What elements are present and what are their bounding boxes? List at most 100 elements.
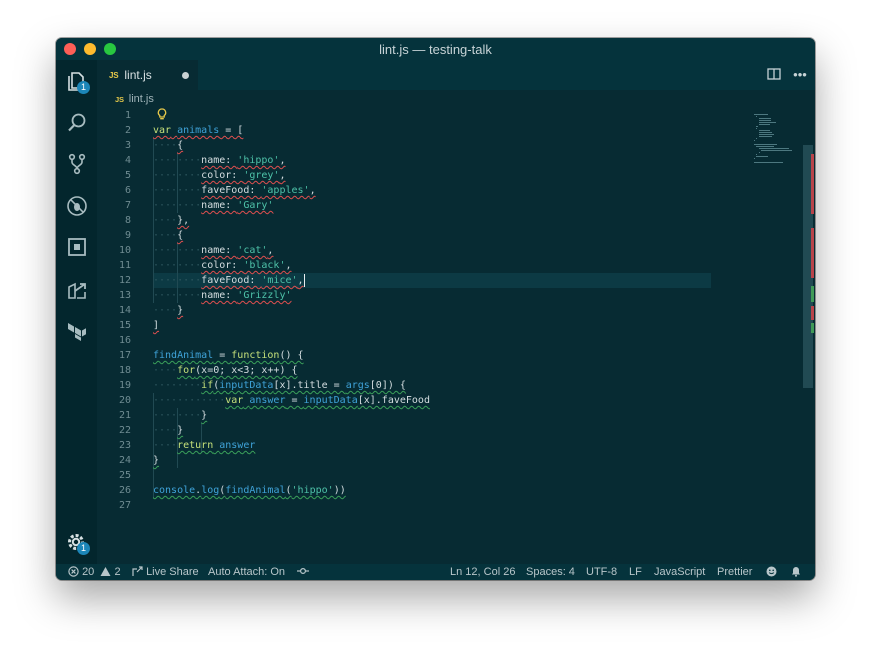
unsaved-dot-icon[interactable] [182,72,189,79]
line-number: 8 [124,215,131,226]
minimap-line [756,146,775,147]
line-number: 17 [118,350,131,361]
notifications-bell-icon[interactable] [791,564,801,580]
code-line[interactable]: ····} [153,423,183,438]
code-line[interactable]: var animals = [ [153,123,243,138]
minimap-line [756,154,758,155]
breadcrumb: JS lint.js [97,90,815,108]
live-share-status[interactable]: Live Share [132,564,199,580]
split-editor-button[interactable] [766,67,782,83]
line-number: 18 [118,365,131,376]
code-line[interactable]: ····{ [153,138,183,153]
minimap-line [758,124,770,125]
line-number: 9 [124,230,131,241]
code-line[interactable]: ····{ [153,228,183,243]
code-line[interactable]: ····}, [153,213,189,228]
extensions-icon [68,238,86,256]
problems-indicator[interactable]: 20 2 [68,564,121,580]
close-window-button[interactable] [64,43,76,55]
code-line[interactable]: } [153,453,159,468]
minimap-line [756,128,758,129]
line-number: 19 [118,380,131,391]
settings-badge: 1 [77,542,90,555]
zoom-window-button[interactable] [104,43,116,55]
minimap-line [756,138,758,139]
manage-settings-button[interactable]: 1 [66,532,90,555]
cursor-position[interactable]: Ln 12, Col 26 [450,564,515,580]
editor-window: lint.js — testing-talk 1 1 JS lint.js ••… [56,38,815,580]
warning-icon [100,567,111,576]
line-number: 3 [124,140,131,151]
minimap-line [758,118,772,119]
js-file-icon: JS [109,70,119,80]
line-number: 7 [124,200,131,211]
code-editor[interactable]: 1 2 3 4 5 6 7 8 9 10 11 12 13 14 15 16 17 18 19 20 21 22 23 24 2… [97,108,815,564]
minimap-line [754,114,768,115]
breadcrumb-file[interactable]: lint.js [129,93,154,105]
lightbulb-icon[interactable] [157,108,167,122]
line-ending-setting[interactable]: LF [629,564,642,580]
editor-tabs-bar: JS lint.js ••• [97,60,815,90]
line-number: 1 [124,110,131,121]
live-share-panel-button[interactable] [66,279,88,301]
tab-lint-js[interactable]: JS lint.js [97,60,198,90]
line-number: 26 [118,485,131,496]
code-line[interactable]: ········color: 'grey', [153,168,285,183]
line-number: 6 [124,185,131,196]
minimap-line [754,158,755,159]
code-line[interactable]: ········} [153,408,207,423]
warning-count: 2 [114,566,121,578]
language-mode[interactable]: JavaScript [654,564,705,580]
feedback-smiley-icon[interactable] [766,564,777,580]
activity-bar: 1 1 [56,60,97,564]
overview-ruler-error-marker [811,228,814,278]
source-control-button[interactable] [66,153,88,175]
code-line[interactable]: ········name: 'Gary' [153,198,273,213]
code-line[interactable]: ········faveFood: 'apples', [153,183,316,198]
code-line[interactable]: ········if(inputData[x].title = args[0])… [153,378,406,393]
minimize-window-button[interactable] [84,43,96,55]
error-icon [68,566,79,577]
git-commit-icon[interactable] [297,564,309,580]
minimap-line [754,162,783,163]
code-line[interactable]: ········color: 'black', [153,258,292,273]
code-line[interactable]: ····for(x=0; x<3; x++) { [153,363,298,378]
code-line[interactable]: findAnimal = function() { [153,348,304,363]
code-line[interactable]: console.log(findAnimal('hippo')) [153,483,346,498]
live-share-icon [132,566,143,576]
encoding-setting[interactable]: UTF-8 [586,564,617,580]
code-line[interactable]: ] [153,318,159,333]
debug-button[interactable] [66,195,88,217]
text-cursor [303,274,305,287]
minimap-line [758,120,772,121]
minimap-line [754,144,777,145]
indentation-setting[interactable]: Spaces: 4 [526,564,575,580]
line-number: 20 [118,395,131,406]
terraform-button[interactable] [66,320,88,342]
search-button[interactable] [66,112,88,134]
more-actions-button[interactable]: ••• [792,67,808,83]
code-line[interactable]: ········name: 'Grizzly' [153,288,291,303]
auto-attach-status[interactable]: Auto Attach: On [208,564,285,580]
minimap-line [756,126,759,127]
overview-ruler-warning-marker [811,286,814,302]
formatter-status[interactable]: Prettier [717,564,752,580]
live-share-icon [68,282,86,299]
code-line[interactable]: ····return answer [153,438,255,453]
code-line[interactable]: ····} [153,303,183,318]
minimap-line [756,156,769,157]
minimap[interactable] [754,112,804,202]
explorer-button[interactable]: 1 [66,70,90,94]
overview-ruler-error-marker [811,154,814,214]
code-line[interactable]: ········faveFood: 'mice', [153,273,304,288]
code-line[interactable]: ········name: 'hippo', [153,153,285,168]
line-number: 14 [118,305,131,316]
code-area[interactable]: var animals = [····{········name: 'hippo… [153,108,763,564]
extensions-button[interactable] [66,236,88,258]
line-number: 12 [118,275,131,286]
code-line[interactable]: ········name: 'cat', [153,243,273,258]
line-number: 24 [118,455,131,466]
code-line[interactable]: ············var answer = inputData[x].fa… [153,393,430,408]
minimap-line [754,140,755,141]
line-number: 10 [118,245,131,256]
